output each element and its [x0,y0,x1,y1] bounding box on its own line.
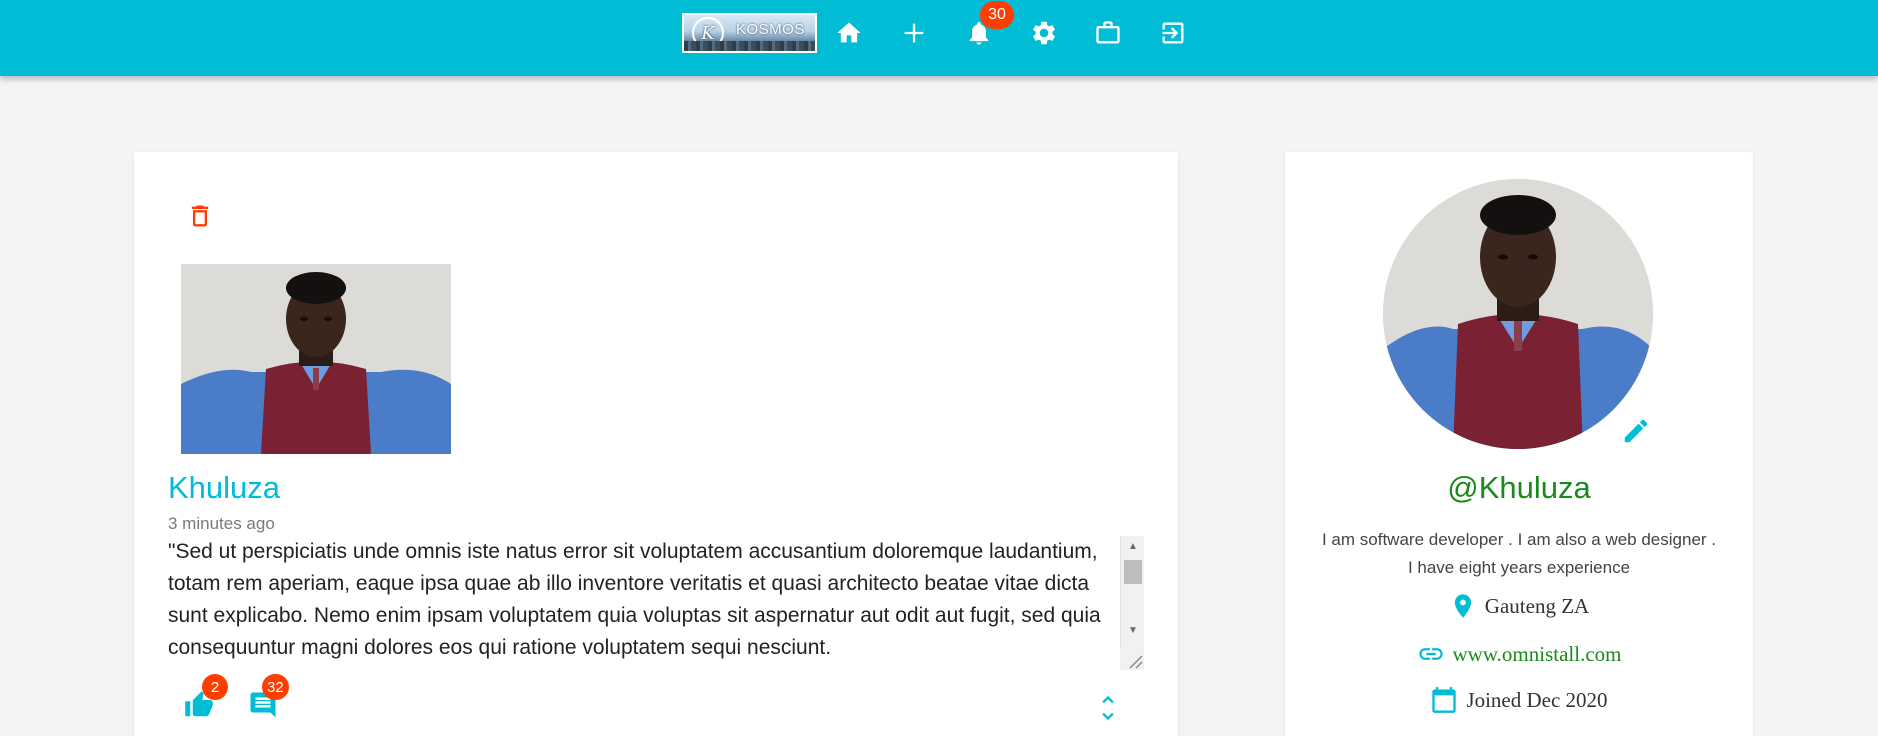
scroll-thumb[interactable] [1124,560,1142,584]
link-icon [1418,648,1443,660]
profile-avatar[interactable] [1383,179,1653,449]
trash-icon[interactable] [186,202,214,230]
pencil-icon[interactable] [1621,416,1651,446]
notifications-badge: 30 [980,1,1014,29]
post-timestamp: 3 minutes ago [168,514,275,533]
joined-date: Joined Dec 2020 [1466,687,1608,712]
scroll-down-arrow-icon[interactable]: ▼ [1121,620,1145,640]
unfold-more-icon[interactable] [1094,692,1122,724]
location-pin-icon [1454,594,1471,618]
likes-count-badge: 2 [202,674,228,700]
website-link[interactable]: www.omnistall.com [1453,642,1622,667]
app-logo[interactable]: K KOSMOS [682,13,817,53]
resize-grip-icon[interactable] [1120,648,1144,670]
scroll-up-arrow-icon[interactable]: ▲ [1121,536,1145,556]
profile-website[interactable]: www.omnistall.com [1285,640,1753,668]
profile-handle: @Khuluza [1447,470,1591,505]
logo-text: KOSMOS [736,21,805,38]
location-text: Gauteng ZA [1484,593,1590,618]
profile-joined: Joined Dec 2020 [1285,686,1753,714]
comments-count-badge: 32 [262,674,289,700]
briefcase-icon[interactable] [1093,18,1123,48]
top-navbar: K KOSMOS 30 [0,0,1878,76]
post-author[interactable]: Khuluza [168,470,280,506]
add-icon[interactable] [899,18,929,48]
post-image [181,264,451,454]
post-card: Khuluza 3 minutes ago "Sed ut perspiciat… [134,152,1178,736]
logo-skyline [684,41,815,51]
profile-bio: I am software developer . I am also a we… [1321,530,1717,577]
gear-icon[interactable] [1029,18,1059,48]
calendar-icon [1432,687,1457,713]
home-icon[interactable] [834,18,864,48]
profile-location: Gauteng ZA [1285,592,1753,620]
logout-icon[interactable] [1158,18,1188,48]
post-body-text[interactable]: "Sed ut perspiciatis unde omnis iste nat… [168,536,1110,670]
profile-card: @Khuluza I am software developer . I am … [1285,152,1753,736]
